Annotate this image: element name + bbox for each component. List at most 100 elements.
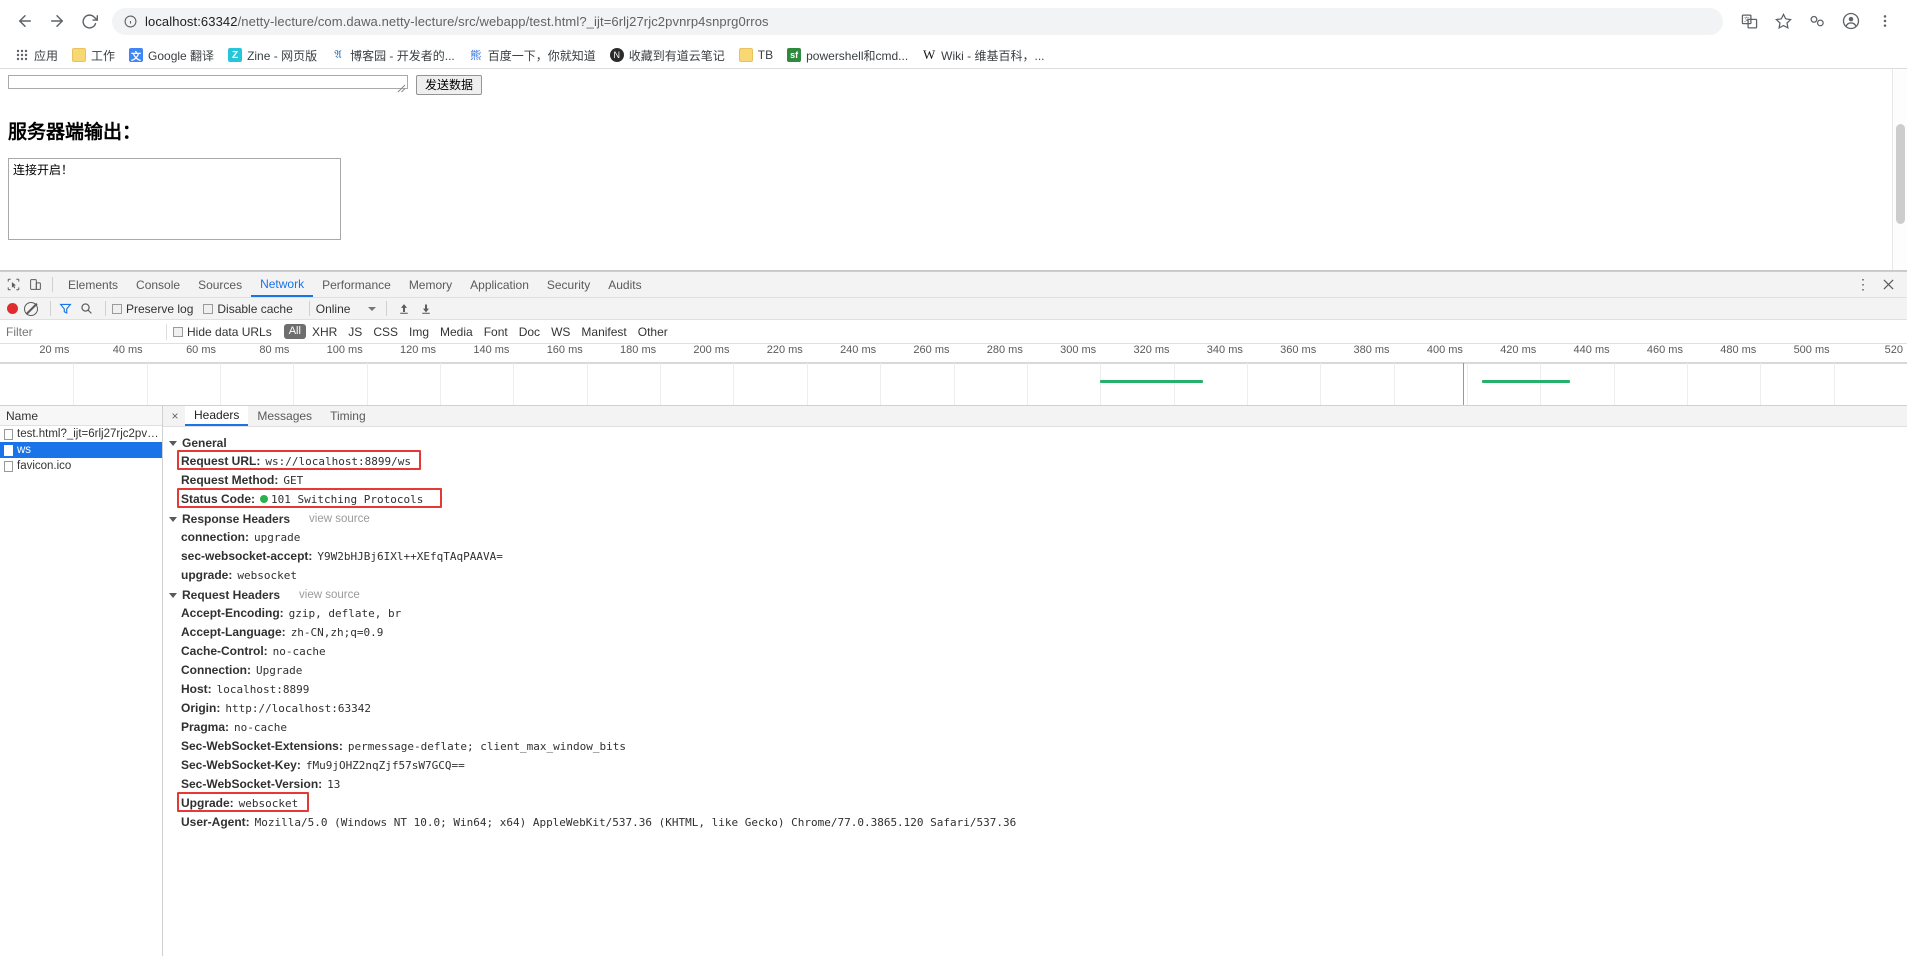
bookmark-label: TB [757, 48, 774, 62]
search-icon[interactable] [80, 302, 93, 315]
divider [386, 301, 388, 316]
request-row-favicon[interactable]: favicon.ico [0, 458, 162, 474]
view-source-link[interactable]: view source [309, 513, 370, 525]
filter-input[interactable] [0, 323, 160, 340]
timeline-gridline [1466, 363, 1468, 405]
forward-button[interactable] [42, 6, 72, 36]
tab-elements[interactable]: Elements [59, 272, 127, 297]
type-filter-doc[interactable]: Doc [519, 325, 540, 339]
type-filter-ws[interactable]: WS [551, 325, 570, 339]
hide-data-urls-checkbox[interactable]: Hide data URLs [173, 325, 272, 339]
type-filter-img[interactable]: Img [409, 325, 429, 339]
preserve-log-checkbox[interactable]: Preserve log [112, 302, 193, 316]
extension-icon[interactable] [1805, 9, 1829, 33]
tab-application[interactable]: Application [461, 272, 538, 297]
header-row: Request URL: ws://localhost:8899/ws [167, 450, 1907, 471]
headers-section-title[interactable]: Response Headers view source [167, 512, 1907, 526]
server-output-textarea[interactable]: 连接开启！ [8, 158, 341, 240]
request-detail-pane: × Headers Messages Timing General Request… [163, 406, 1907, 956]
site-info-icon[interactable] [124, 15, 137, 28]
header-row: User-Agent: Mozilla/5.0 (Windows NT 10.0;… [167, 813, 1907, 832]
header-row: Accept-Encoding: gzip, deflate, br [167, 604, 1907, 623]
view-source-link[interactable]: view source [299, 589, 360, 601]
timeline-tick-label: 60 ms [186, 344, 217, 356]
bookmark-tb-folder[interactable]: TB [732, 46, 780, 64]
header-row: connection: upgrade [167, 528, 1907, 547]
tab-audits[interactable]: Audits [599, 272, 650, 297]
bookmark-apps[interactable]: 应用 [8, 45, 65, 66]
tab-memory[interactable]: Memory [400, 272, 461, 297]
type-filter-media[interactable]: Media [440, 325, 473, 339]
tab-security[interactable]: Security [538, 272, 599, 297]
devtools-more-icon[interactable]: ⋮ [1856, 276, 1871, 293]
tab-messages[interactable]: Messages [248, 406, 321, 426]
divider [308, 301, 310, 316]
scrollbar-thumb[interactable] [1896, 124, 1905, 224]
tab-headers[interactable]: Headers [185, 406, 249, 426]
tab-timing[interactable]: Timing [321, 406, 375, 426]
timeline-tick-label: 380 ms [1353, 344, 1390, 356]
network-timeline-overview[interactable]: 20 ms 40 ms 60 ms 80 ms 100 ms 120 ms 140 ms 16… [0, 344, 1907, 406]
bookmark-baidu[interactable]: 熊 百度一下，你就知道 [462, 45, 603, 66]
bookmark-wiki[interactable]: W Wiki - 维基百科，... [915, 45, 1051, 66]
translate-icon[interactable]: 文 [1737, 9, 1761, 33]
timeline-gridline [1173, 363, 1175, 405]
inspect-element-icon[interactable] [2, 273, 24, 297]
request-list-header[interactable]: Name [0, 406, 162, 426]
reload-button[interactable] [74, 6, 104, 36]
bookmark-youdao[interactable]: N 收藏到有道云笔记 [603, 45, 732, 66]
header-row: Connection: Upgrade [167, 661, 1907, 680]
tab-network[interactable]: Network [251, 272, 314, 297]
header-key: Pragma: [181, 720, 230, 734]
type-filter-xhr[interactable]: XHR [312, 325, 337, 339]
address-bar[interactable]: localhost:63342/netty-lecture/com.dawa.n… [112, 7, 1723, 35]
browser-chrome: localhost:63342/netty-lecture/com.dawa.n… [0, 0, 1907, 69]
export-har-icon[interactable] [420, 303, 432, 315]
bookmark-label: 应用 [34, 48, 59, 63]
record-button[interactable] [7, 303, 18, 314]
profile-icon[interactable] [1839, 9, 1863, 33]
throttling-select[interactable]: Online [316, 302, 377, 316]
close-detail-icon[interactable]: × [167, 409, 183, 423]
bookmark-label: 博客园 - 开发者的... [350, 48, 455, 63]
bookmark-google-translate[interactable]: 文 Google 翻译 [122, 45, 221, 66]
bookmark-cnblogs[interactable]: 𝔄 博客园 - 开发者的... [324, 45, 462, 66]
disable-cache-checkbox[interactable]: Disable cache [203, 302, 293, 316]
bookmark-star-icon[interactable] [1771, 9, 1795, 33]
tab-console[interactable]: Console [127, 272, 189, 297]
back-button[interactable] [10, 6, 40, 36]
header-key: Cache-Control: [181, 644, 268, 658]
menu-icon[interactable] [1873, 9, 1897, 33]
header-value: gzip, deflate, br [288, 607, 402, 620]
send-data-button[interactable]: 发送数据 [416, 75, 483, 95]
toggle-device-toolbar-icon[interactable] [24, 273, 46, 297]
close-devtools-icon[interactable] [1877, 273, 1899, 297]
filter-icon[interactable] [59, 302, 72, 315]
headers-section-title[interactable]: General [167, 436, 1907, 450]
headers-section-title[interactable]: Request Headers view source [167, 588, 1907, 602]
type-filter-all[interactable]: All [283, 324, 306, 339]
import-har-icon[interactable] [398, 303, 410, 315]
tab-performance[interactable]: Performance [313, 272, 400, 297]
type-filter-css[interactable]: CSS [373, 325, 398, 339]
clear-button[interactable] [24, 301, 38, 316]
bookmark-work-folder[interactable]: 工作 [65, 45, 122, 66]
bookmark-zine[interactable]: Z Zine - 网页版 [221, 45, 324, 66]
request-row-test-html[interactable]: test.html?_ijt=6rlj27rjc2pvnrp4... [0, 426, 162, 442]
request-row-ws[interactable]: ws [0, 442, 162, 458]
detail-tabbar: × Headers Messages Timing [163, 406, 1907, 427]
divider [166, 323, 167, 340]
bookmark-powershell[interactable]: sf powershell和cmd... [780, 45, 915, 66]
timeline-tick-label: 440 ms [1573, 344, 1610, 356]
header-value: 13 [327, 778, 341, 791]
type-filter-manifest[interactable]: Manifest [581, 325, 626, 339]
timeline-gridline [1393, 363, 1395, 405]
tab-sources[interactable]: Sources [189, 272, 251, 297]
type-filter-other[interactable]: Other [638, 325, 668, 339]
type-filter-font[interactable]: Font [484, 325, 508, 339]
page-vertical-scrollbar[interactable] [1892, 69, 1907, 270]
timeline-tick-label: 140 ms [473, 344, 510, 356]
send-textarea[interactable] [8, 75, 408, 89]
bookmarks-bar: 应用 工作 文 Google 翻译 Z Zine - 网页版 𝔄 博客园 - 开… [0, 42, 1907, 69]
type-filter-js[interactable]: JS [348, 325, 362, 339]
